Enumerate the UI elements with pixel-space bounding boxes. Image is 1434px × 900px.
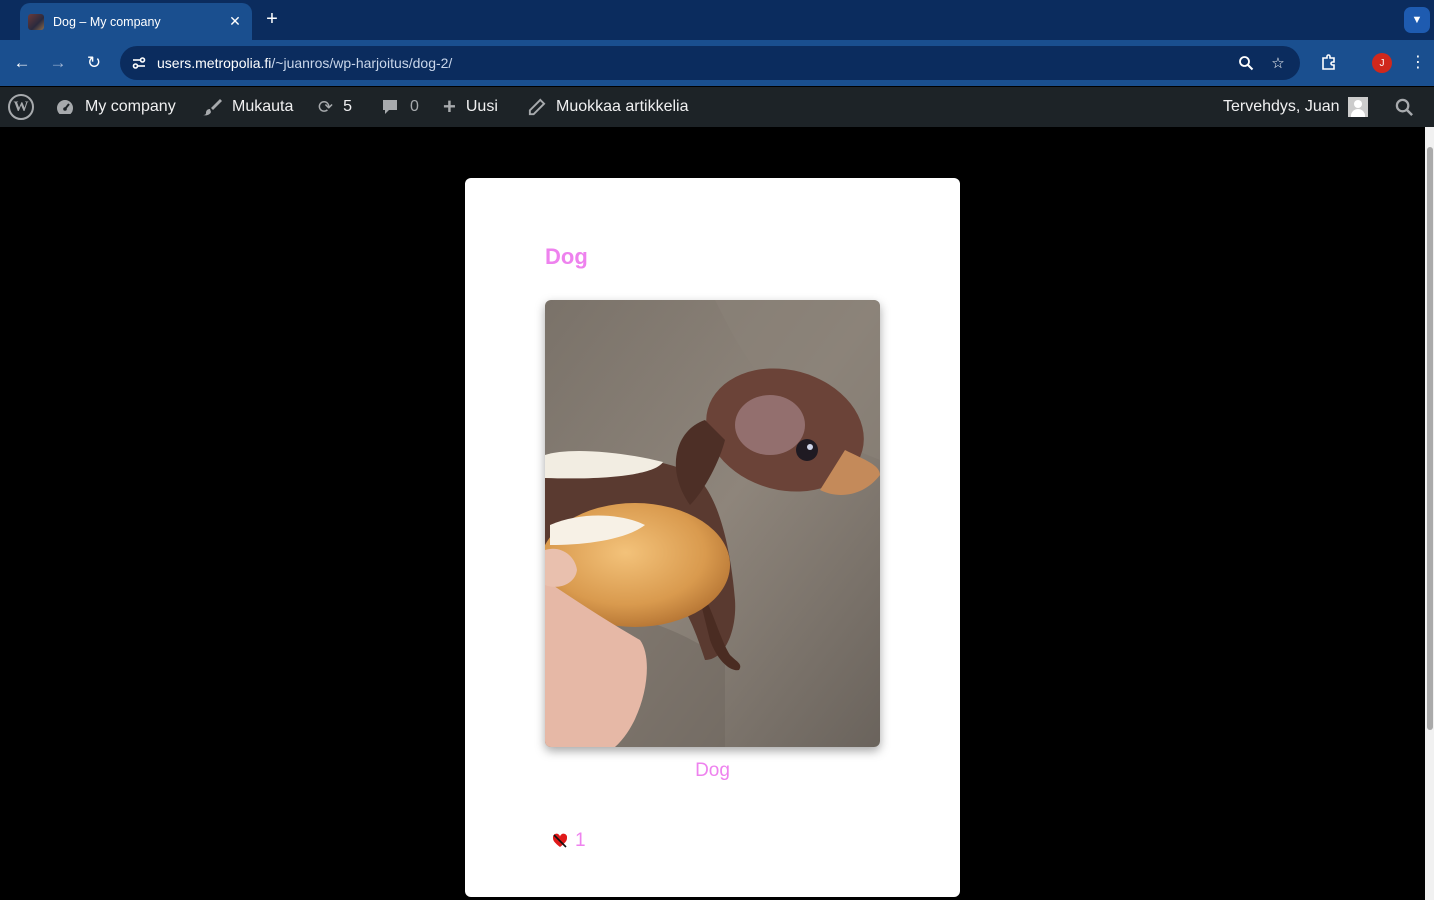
pencil-icon <box>527 98 546 117</box>
zoom-icon[interactable] <box>1236 53 1256 73</box>
new-label: Uusi <box>465 98 498 115</box>
address-bar[interactable]: users.metropolia.fi/~juanros/wp-harjoitu… <box>120 46 1300 80</box>
admin-search-button[interactable] <box>1395 87 1424 127</box>
my-account-menu[interactable]: Tervehdys, Juan <box>1223 87 1368 127</box>
comments-link[interactable]: 0 <box>380 87 419 127</box>
site-info-icon[interactable] <box>129 53 149 73</box>
reload-button[interactable]: ↻ <box>82 51 106 75</box>
comments-count: 0 <box>410 98 419 115</box>
new-tab-button[interactable]: + <box>262 9 282 29</box>
post-image-dog[interactable] <box>545 300 880 747</box>
wp-admin-bar: W My company Mukauta ⟳ 5 0 + Uusi Muokka… <box>0 87 1434 127</box>
back-button[interactable]: ← <box>10 51 34 75</box>
updates-count: 5 <box>343 98 352 115</box>
tab-search-button[interactable]: ▼ <box>1404 7 1430 33</box>
site-name-label: My company <box>85 98 176 115</box>
dashboard-gauge-icon <box>55 98 75 116</box>
broken-heart-icon[interactable] <box>552 833 568 849</box>
comment-bubble-icon <box>380 97 400 117</box>
site-favicon-icon <box>28 13 44 30</box>
post-title[interactable]: Dog <box>545 244 588 270</box>
profile-avatar[interactable]: J <box>1372 53 1392 73</box>
forward-button[interactable]: → <box>46 51 70 75</box>
page-scrollbar-thumb[interactable] <box>1427 147 1433 730</box>
post-card: Dog Dog 1 <box>465 178 960 897</box>
user-avatar <box>1347 97 1368 117</box>
brush-icon <box>202 97 222 117</box>
tab-title: Dog – My company <box>53 14 161 29</box>
customize-link[interactable]: Mukauta <box>202 87 293 127</box>
bookmark-star-icon[interactable]: ☆ <box>1268 53 1288 73</box>
browser-toolbar: ← → ↻ users.metropolia.fi/~juanros/wp-ha… <box>0 40 1434 86</box>
edit-post-label: Muokkaa artikkelia <box>556 98 689 115</box>
greeting-label: Tervehdys, Juan <box>1223 98 1340 115</box>
search-icon <box>1395 98 1414 117</box>
like-count: 1 <box>575 830 586 851</box>
browser-tabstrip: Dog – My company ✕ + ▼ <box>0 0 1434 40</box>
close-tab-icon[interactable]: ✕ <box>226 13 244 30</box>
like-widget[interactable]: 1 <box>552 830 586 852</box>
browser-tab-active[interactable]: Dog – My company ✕ <box>20 3 252 40</box>
updates-link[interactable]: ⟳ 5 <box>318 87 352 127</box>
wordpress-logo-icon: W <box>8 94 34 120</box>
updates-refresh-icon: ⟳ <box>318 96 334 117</box>
customize-label: Mukauta <box>232 98 294 115</box>
browser-menu-icon[interactable]: ⋮ <box>1410 51 1426 73</box>
url-path: /~juanros/wp-harjoitus/dog-2/ <box>271 55 453 71</box>
url-text: users.metropolia.fi/~juanros/wp-harjoitu… <box>157 55 452 71</box>
extensions-icon[interactable] <box>1318 51 1340 73</box>
url-host: users.metropolia.fi <box>157 55 272 71</box>
wp-logo-menu[interactable]: W <box>8 87 34 127</box>
site-name-menu[interactable]: My company <box>55 87 176 127</box>
plus-icon: + <box>443 94 456 119</box>
new-content-menu[interactable]: + Uusi <box>443 87 498 127</box>
edit-post-link[interactable]: Muokkaa artikkelia <box>527 87 689 127</box>
image-caption: Dog <box>695 760 730 781</box>
